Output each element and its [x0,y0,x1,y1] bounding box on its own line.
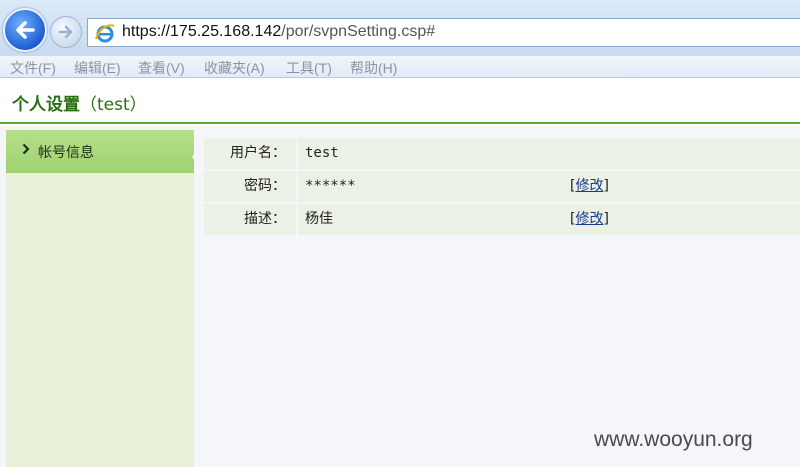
watermark: www.wooyun.org [594,428,753,451]
password-value: ****** [305,178,356,194]
menu-file[interactable]: 文件(F) [10,58,56,78]
password-label: 密码： [204,171,298,202]
description-edit-action: [修改] [570,204,609,235]
bracket-close: ] [603,178,609,194]
username-label: 用户名： [204,138,298,169]
menu-view[interactable]: 查看(V) [138,58,185,78]
chevron-right-icon [22,143,30,155]
password-edit-action: [修改] [570,171,609,202]
sidebar-item-account-info[interactable]: 帐号信息 [6,130,201,173]
table-row-username: 用户名： test [204,138,800,169]
page-title-user: （test） [80,95,147,115]
menu-bar: 文件(F) 编辑(E) 查看(V) 收藏夹(A) 工具(T) 帮助(H) [0,56,800,78]
arrow-left-icon [16,21,35,39]
edit-description-link[interactable]: 修改 [575,211,603,227]
page-title-text: 个人设置 [12,95,80,115]
sidebar-item-label: 帐号信息 [38,145,94,161]
url-host: https://175.25.168.142 [122,23,282,40]
page-title: 个人设置（test） [12,90,147,115]
menu-tools[interactable]: 工具(T) [286,58,332,78]
forward-button[interactable] [50,16,82,48]
account-info-table: 用户名： test 密码： ****** [修改] 描述： 杨佳 [修改] [204,138,800,237]
description-value: 杨佳 [305,211,333,227]
page-header: 个人设置（test） [0,79,800,124]
address-bar[interactable]: https://175.25.168.142/por/svpnSetting.c… [87,18,800,47]
back-button[interactable] [3,8,47,52]
active-indicator [192,146,201,168]
description-label: 描述： [204,204,298,235]
ie-logo-icon [95,24,115,43]
edit-password-link[interactable]: 修改 [575,178,603,194]
sidebar: 帐号信息 [6,130,201,467]
url-path: /por/svpnSetting.csp# [281,23,436,40]
username-value: test [305,145,339,161]
menu-edit[interactable]: 编辑(E) [74,58,121,78]
table-row-description: 描述： 杨佳 [修改] [204,204,800,235]
bracket-close: ] [603,211,609,227]
menu-favorites[interactable]: 收藏夹(A) [204,58,265,78]
url-text[interactable]: https://175.25.168.142/por/svpnSetting.c… [122,23,435,41]
table-row-password: 密码： ****** [修改] [204,171,800,202]
arrow-right-icon [58,25,73,39]
menu-help[interactable]: 帮助(H) [350,58,397,78]
content-area: 帐号信息 用户名： test 密码： ****** [修改] 描述： 杨佳 [修… [0,126,800,467]
browser-toolbar: https://175.25.168.142/por/svpnSetting.c… [0,0,800,56]
